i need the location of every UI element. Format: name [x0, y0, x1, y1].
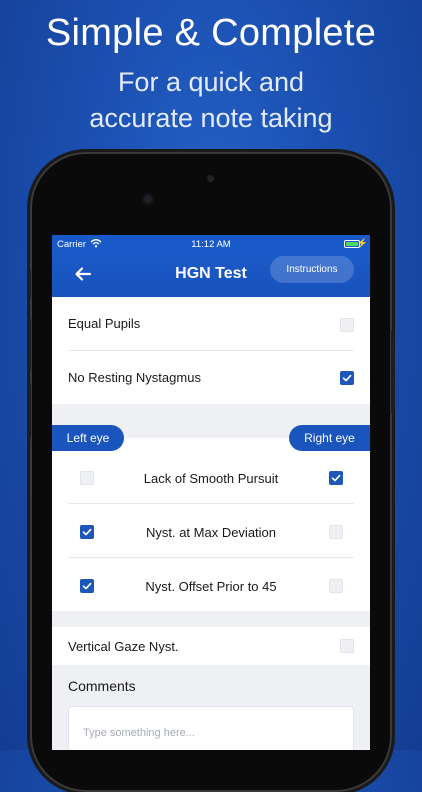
- charging-icon: ⚡: [356, 238, 368, 248]
- phone-volume-down: [27, 384, 31, 438]
- checkbox-left-max-deviation[interactable]: [80, 525, 94, 539]
- checkmark-icon: [82, 582, 92, 590]
- list-item-label: Vertical Gaze Nyst.: [68, 638, 179, 654]
- tab-right-eye[interactable]: Right eye: [289, 425, 370, 451]
- checkbox-left-lack-smooth-pursuit[interactable]: [80, 471, 94, 485]
- checkbox-equal-pupils[interactable]: [340, 318, 354, 332]
- instructions-button[interactable]: Instructions: [270, 256, 354, 283]
- eye-check-label-offset-prior-45: Nyst. Offset Prior to 45: [145, 579, 277, 594]
- comments-title: Comments: [68, 678, 136, 694]
- app-screen: Carrier 11:12 AM ⚡ HGN Test Instructions…: [52, 235, 370, 750]
- checkbox-right-max-deviation[interactable]: [329, 525, 343, 539]
- checkbox-right-offset-prior-45[interactable]: [329, 579, 343, 593]
- phone-power-button: [391, 330, 395, 414]
- promo-subline-line-2: accurate note taking: [89, 103, 333, 133]
- checkbox-right-lack-smooth-pursuit[interactable]: [329, 471, 343, 485]
- promo-subline-line-1: For a quick and: [117, 67, 305, 97]
- list-item-label: Equal Pupils: [68, 316, 141, 331]
- divider: [68, 557, 354, 558]
- status-bar: Carrier 11:12 AM ⚡: [52, 235, 370, 253]
- phone-side-button: [27, 268, 31, 300]
- phone-volume-up: [27, 318, 31, 372]
- checkbox-no-resting-nystagmus[interactable]: [340, 371, 354, 385]
- eye-check-label-max-deviation: Nyst. at Max Deviation: [145, 525, 277, 540]
- checkmark-icon: [342, 374, 352, 382]
- front-camera: [142, 193, 154, 205]
- promo-headline: Simple & Complete: [45, 12, 377, 54]
- nav-bar: HGN Test Instructions: [52, 253, 370, 297]
- earpiece-sensor: [207, 175, 214, 182]
- list-item-no-resting-nystagmus[interactable]: No Resting Nystagmus: [68, 351, 354, 404]
- list-item-label: No Resting Nystagmus: [68, 370, 201, 385]
- list-item-vertical-gaze[interactable]: Vertical Gaze Nyst.: [68, 627, 354, 665]
- checkbox-vertical-gaze[interactable]: [340, 639, 354, 653]
- checkbox-left-offset-prior-45[interactable]: [80, 579, 94, 593]
- checkmark-icon: [82, 528, 92, 536]
- eye-check-label-lack-smooth-pursuit: Lack of Smooth Pursuit: [143, 471, 279, 486]
- comments-input[interactable]: Type something here...: [68, 706, 354, 750]
- tab-left-eye[interactable]: Left eye: [52, 425, 124, 451]
- status-time: 11:12 AM: [191, 239, 231, 250]
- list-item-equal-pupils[interactable]: Equal Pupils: [68, 297, 354, 350]
- promo-subline: For a quick and accurate note taking: [0, 64, 422, 136]
- divider: [68, 503, 354, 504]
- checkmark-icon: [331, 474, 341, 482]
